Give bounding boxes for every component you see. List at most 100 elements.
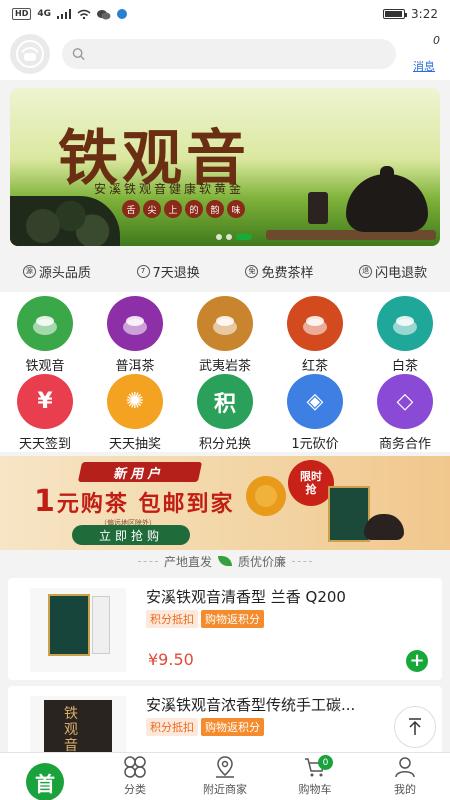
search-bar[interactable] [62,39,396,69]
banner-subtitle: 安溪铁观音健康软黄金 [94,182,245,196]
bottom-navigation: 首 分类 附近商家 购物车 我的 0 [0,752,450,800]
free-icon: 免 [245,264,259,278]
category-bargain[interactable]: ◈ 1元砍价 [276,374,354,452]
hd-indicator: HD [12,8,32,20]
nav-nearby[interactable]: 附近商家 [180,753,270,800]
guarantee-label: 闪电退款 [375,265,428,281]
tagline-char: 尖 [143,200,161,218]
tea-box-side [92,596,110,654]
promo-text: 元购茶 包邮到家 [56,492,235,517]
category-label: 红茶 [301,359,328,374]
section-title: 产地直发 质优价廉 [0,550,450,572]
wifi-icon [77,9,91,19]
category-label: 商务合作 [378,437,431,452]
user-icon [395,757,415,778]
tieguanyin-icon [17,296,73,351]
tagline-char: 的 [185,200,203,218]
nav-label: 附近商家 [203,783,247,796]
limited-line2: 抢 [305,483,317,496]
new-user-promo-banner[interactable]: 新用户 1元购茶 包邮到家 （偏远地区除外） 立即抢购 限时抢 [0,456,450,550]
back-to-top-button[interactable] [394,706,436,748]
category-black-tea[interactable]: 红茶 [276,296,354,374]
carousel-dot[interactable] [226,234,232,240]
category-checkin[interactable]: ¥ 天天签到 [6,374,84,452]
category-wuyi[interactable]: 武夷岩茶 [186,296,264,374]
bargain-icon: ◈ [287,374,343,429]
category-label: 1元砍价 [291,437,339,452]
banner-tagline: 舌尖上的韵味 [122,200,245,218]
promo-headline: 1元购茶 包邮到家 [34,484,235,519]
search-input[interactable] [91,47,386,61]
tea-box-image [48,594,90,656]
points-tag: 积分抵扣 [146,610,198,628]
section-title-right: 质优价廉 [238,554,287,569]
product-title: 安溪铁观音清香型 兰香 Q200 [146,588,346,606]
teapot-image [364,514,404,540]
promo-price: 1 [34,484,57,519]
battery-icon [383,9,408,19]
category-points-exchange[interactable]: 积积分兑换 [186,374,264,452]
messages-button[interactable]: 0 消息 [408,34,440,74]
category-label: 白茶 [391,359,418,374]
guarantee-item: 7 7天退换 [136,262,200,281]
rebate-tag: 购物返积分 [201,718,264,736]
network-indicator: 4G [37,9,51,19]
category-grid: 铁观音 普洱茶 武夷岩茶 红茶 白茶 ¥ 天天签到 ✺ 天天抽奖 积积分兑换 ◈ 1元砍价 ◇ 商务合作 [0,292,450,452]
category-label: 天天签到 [18,437,71,452]
nav-home[interactable]: 首 [0,753,90,800]
carousel-dot[interactable] [216,234,222,240]
category-tieguanyin[interactable]: 铁观音 [6,296,84,374]
guarantee-item: 免免费茶样 [245,262,313,281]
cooperation-icon: ◇ [377,374,433,429]
category-label: 普洱茶 [115,359,155,374]
nav-label: 购物车 [298,783,332,796]
lottery-icon: ✺ [107,374,163,429]
tagline-char: 舌 [122,200,140,218]
checkin-icon: ¥ [17,374,73,429]
tea-box-image: 铁观音 [44,700,112,758]
carousel-dot[interactable] [236,234,252,240]
nav-cart[interactable]: 购物车 [270,753,360,800]
category-label: 铁观音 [25,359,65,374]
category-label: 积分兑换 [198,437,251,452]
product-tags: 积分抵扣 购物返积分 [146,718,264,736]
teacup-image [308,192,328,224]
guarantee-item: 源源头品质 [22,262,91,281]
points-tag: 积分抵扣 [146,718,198,736]
product-image: 铁观音 [30,696,126,758]
category-lottery[interactable]: ✺ 天天抽奖 [96,374,174,452]
add-to-cart-button[interactable]: + [406,650,428,672]
category-icon [124,756,146,778]
message-label: 消息 [413,60,435,73]
wechat-icon [97,9,111,19]
category-cooperation[interactable]: ◇ 商务合作 [366,374,444,452]
signal-icon [57,9,71,19]
divider [292,560,313,562]
app-logo[interactable] [10,34,50,74]
category-puer[interactable]: 普洱茶 [96,296,174,374]
section-title-left: 产地直发 [163,554,212,569]
search-icon [72,48,85,61]
top-header: 0 消息 [0,28,450,80]
nav-profile[interactable]: 我的 [360,753,450,800]
tagline-char: 上 [164,200,182,218]
nav-category[interactable]: 分类 [90,753,180,800]
app-notification-icon [117,9,127,19]
clock: 3:22 [411,7,438,21]
divider [137,560,158,562]
certificate-icon: 源 [22,264,36,278]
cart-badge: 0 [318,755,333,770]
product-card[interactable]: 安溪铁观音清香型 兰香 Q200 积分抵扣 购物返积分 ¥9.50 + [8,578,442,680]
feature-row: ¥ 天天签到 ✺ 天天抽奖 积积分兑换 ◈ 1元砍价 ◇ 商务合作 [0,374,450,452]
buy-now-button[interactable]: 立即抢购 [72,525,190,545]
puer-icon [107,296,163,351]
product-image [30,588,126,672]
rebate-tag: 购物返积分 [201,610,264,628]
category-white-tea[interactable]: 白茶 [366,296,444,374]
carousel-indicator[interactable] [216,234,252,240]
product-price: ¥9.50 [148,650,194,669]
hero-banner[interactable]: 铁观音 安溪铁观音健康软黄金 舌尖上的韵味 [10,88,440,246]
product-card[interactable]: 铁观音 安溪铁观音浓香型传统手工碳... 积分抵扣 购物返积分 [8,686,442,758]
tea-logo-icon [16,40,44,68]
nav-label: 我的 [394,783,416,796]
